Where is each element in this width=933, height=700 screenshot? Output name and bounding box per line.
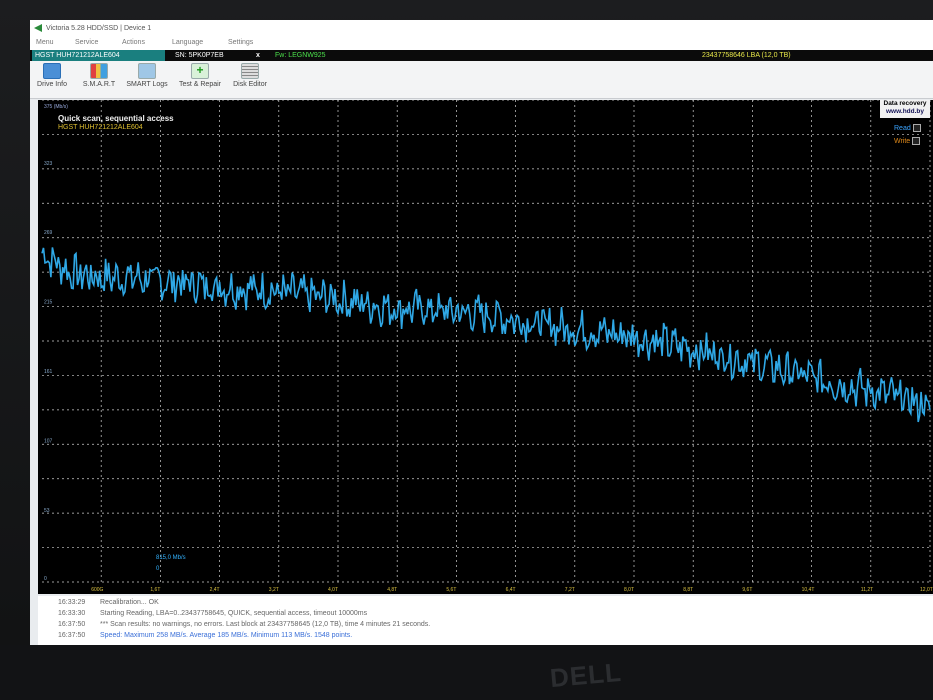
- dell-logo: DELL: [548, 656, 624, 694]
- badge-line1: Data recovery: [883, 100, 927, 107]
- x-tick-label: 10,4T: [802, 587, 815, 593]
- log-message: *** Scan results: no warnings, no errors…: [100, 621, 431, 628]
- x-tick-label: 8,0T: [624, 587, 634, 593]
- smart-button[interactable]: S.M.A.R.T: [80, 63, 118, 97]
- x-tick-label: 5,6T: [446, 587, 456, 593]
- disk-editor-icon: [241, 63, 259, 79]
- drive-capacity: 23437758646 LBA (12,0 TB): [702, 52, 791, 59]
- drive-firmware: Fw: LEGNW925: [275, 52, 326, 59]
- x-tick-label: 11,2T: [861, 587, 873, 593]
- disk-editor-label: Disk Editor: [233, 81, 267, 88]
- x-tick-label: 6,4T: [506, 587, 516, 593]
- y-tick-label: 269: [44, 230, 53, 236]
- info-icon: [43, 63, 61, 79]
- y-tick-label: 53: [44, 508, 50, 514]
- read-checkbox[interactable]: [912, 124, 921, 132]
- logs-icon: [138, 63, 156, 79]
- x-tick-label: 600G: [91, 587, 103, 593]
- x-tick-label: 9,6T: [742, 587, 752, 593]
- scan-chart: 375 (Mb/s) 323 269 215 161 107 53 0 0 600G 1,6T 2,4…: [38, 100, 933, 594]
- log-time: 16:33:29: [58, 599, 86, 606]
- x-tick-label: 3,2T: [269, 587, 279, 593]
- y-tick-label: 215: [44, 300, 53, 306]
- test-repair-label: Test & Repair: [178, 81, 222, 88]
- x-tick-label: 8,8T: [683, 587, 693, 593]
- drive-model-selector[interactable]: HGST HUH721212ALE604: [32, 50, 165, 61]
- x-tick-label: 4,8T: [387, 587, 397, 593]
- x-tick-label: 1,6T: [150, 587, 160, 593]
- window-title: Victoria 5.28 HDD/SSD | Device 1: [46, 25, 152, 32]
- disk-editor-button[interactable]: Disk Editor: [230, 63, 270, 97]
- speed-graph: 375 (Mb/s) 323 269 215 161 107 53 0 0 600G 1,6T 2,4…: [41, 100, 933, 593]
- chart-heading: Quick scan, sequential access: [58, 114, 174, 123]
- y-tick-label: 323: [44, 161, 53, 167]
- legend-read-label: Read: [894, 124, 911, 132]
- x-tick-label: 7,2T: [565, 587, 575, 593]
- speed-readout: 815,0 Mb/s: [156, 555, 186, 561]
- chart-drive-model: HGST HUH721212ALE604: [58, 124, 143, 131]
- legend-write[interactable]: Write: [894, 137, 921, 145]
- test-repair-button[interactable]: + Test & Repair: [176, 63, 224, 97]
- log-time: 16:37:50: [58, 632, 86, 639]
- read-speed-line: [41, 247, 931, 423]
- y-tick-label: 0: [44, 576, 47, 582]
- log-message: Recalibration... OK: [100, 599, 159, 606]
- log-message: Speed: Maximum 258 MB/s. Average 185 MB/…: [100, 632, 353, 639]
- drive-info-button[interactable]: Drive Info: [34, 63, 70, 97]
- event-log: 16:33:29 Recalibration... OK 16:33:30 St…: [38, 596, 933, 645]
- smart-label: S.M.A.R.T: [82, 81, 116, 88]
- smart-chart-icon: [90, 63, 108, 79]
- smart-logs-label: SMART Logs: [126, 81, 168, 88]
- monitor-bottom-bezel: [0, 645, 933, 700]
- close-device-button[interactable]: x: [256, 50, 260, 61]
- y-axis-unit-label: 375 (Mb/s): [44, 104, 68, 110]
- y-tick-label: 107: [44, 438, 53, 444]
- plus-icon: +: [191, 63, 209, 79]
- log-message: Starting Reading, LBA=0..23437758645, QU…: [100, 610, 368, 617]
- speed-zero-readout: 0: [156, 566, 160, 572]
- x-tick-label: 2,4T: [210, 587, 220, 593]
- log-time: 16:37:50: [58, 621, 86, 628]
- data-recovery-badge[interactable]: Data recovery www.hdd.by: [880, 100, 930, 118]
- menu-item-settings[interactable]: Settings: [228, 39, 253, 46]
- write-checkbox[interactable]: [912, 137, 921, 145]
- badge-line2: www.hdd.by: [885, 108, 925, 115]
- drive-serial: SN: 5PK0P7EB: [175, 52, 224, 59]
- app-icon: [34, 24, 42, 32]
- menu-bar: Menu Service Actions Language Settings: [30, 37, 933, 50]
- smart-logs-button[interactable]: SMART Logs: [124, 63, 170, 97]
- legend-read[interactable]: Read: [894, 124, 921, 132]
- toolbar: Drive Info S.M.A.R.T SMART Logs + Test &…: [30, 61, 933, 99]
- x-tick-label: 12,0T: [920, 587, 933, 593]
- x-tick-label: 4,0T: [328, 587, 338, 593]
- drive-info-bar: HGST HUH721212ALE604 SN: 5PK0P7EB x Fw: …: [30, 50, 933, 61]
- menu-item-actions[interactable]: Actions: [122, 39, 145, 46]
- menu-item-menu[interactable]: Menu: [36, 39, 54, 46]
- log-time: 16:33:30: [58, 610, 86, 617]
- title-bar: Victoria 5.28 HDD/SSD | Device 1: [30, 20, 933, 37]
- menu-item-service[interactable]: Service: [75, 39, 98, 46]
- drive-info-label: Drive Info: [37, 81, 67, 88]
- menu-item-language[interactable]: Language: [172, 39, 203, 46]
- y-tick-label: 161: [44, 369, 53, 375]
- legend-write-label: Write: [894, 137, 911, 145]
